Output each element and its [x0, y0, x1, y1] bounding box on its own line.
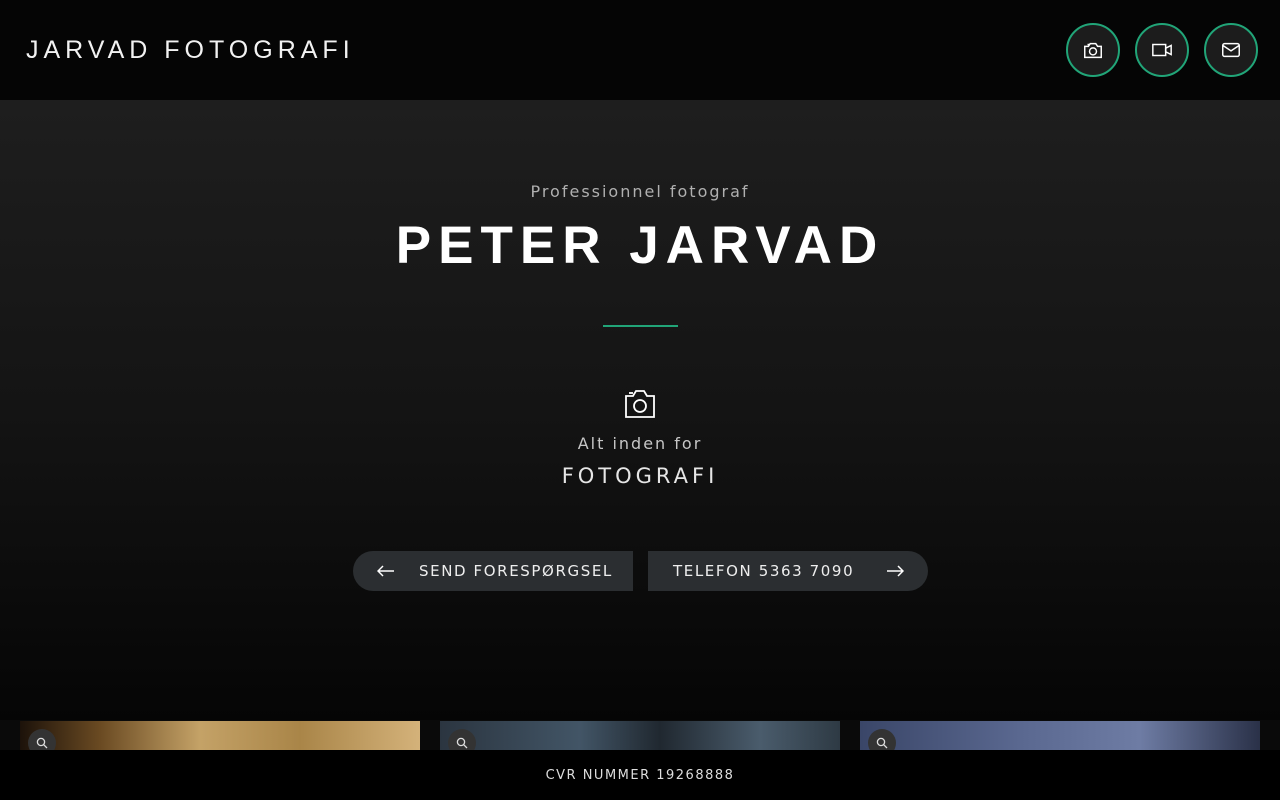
- footer: CVR NUMMER 19268888: [0, 750, 1280, 800]
- hero-section: Professionnel fotograf PETER JARVAD Alt …: [0, 100, 1280, 720]
- gallery-item[interactable]: [20, 721, 420, 750]
- search-icon: [456, 737, 468, 749]
- contact-nav-button[interactable]: [1204, 23, 1258, 77]
- video-camera-icon: [1152, 43, 1172, 57]
- service-kicker: Alt inden for: [577, 434, 703, 453]
- service-name: FOTOGRAFI: [561, 464, 719, 488]
- arrow-right-icon: [887, 565, 904, 577]
- accent-divider: [603, 325, 678, 327]
- zoom-button[interactable]: [448, 729, 476, 750]
- photo-nav-button[interactable]: [1066, 23, 1120, 77]
- hero-eyebrow: Professionnel fotograf: [530, 182, 750, 201]
- video-nav-button[interactable]: [1135, 23, 1189, 77]
- search-icon: [876, 737, 888, 749]
- envelope-icon: [1222, 42, 1240, 58]
- gallery-item[interactable]: [860, 721, 1260, 750]
- send-inquiry-label: SEND FORESPØRGSEL: [419, 562, 613, 580]
- camera-icon: [625, 390, 655, 418]
- camera-icon: [1084, 42, 1102, 59]
- zoom-button[interactable]: [868, 729, 896, 750]
- site-brand[interactable]: JARVAD FOTOGRAFI: [26, 36, 355, 65]
- zoom-button[interactable]: [28, 729, 56, 750]
- gallery-item[interactable]: [440, 721, 840, 750]
- header: JARVAD FOTOGRAFI: [0, 0, 1280, 100]
- send-inquiry-button[interactable]: SEND FORESPØRGSEL: [353, 551, 633, 591]
- arrow-left-icon: [377, 565, 394, 577]
- footer-cvr-text: CVR NUMMER 19268888: [545, 768, 735, 783]
- phone-label: TELEFON 5363 7090: [673, 562, 855, 580]
- phone-button[interactable]: TELEFON 5363 7090: [648, 551, 928, 591]
- page-title: PETER JARVAD: [395, 216, 885, 275]
- search-icon: [36, 737, 48, 749]
